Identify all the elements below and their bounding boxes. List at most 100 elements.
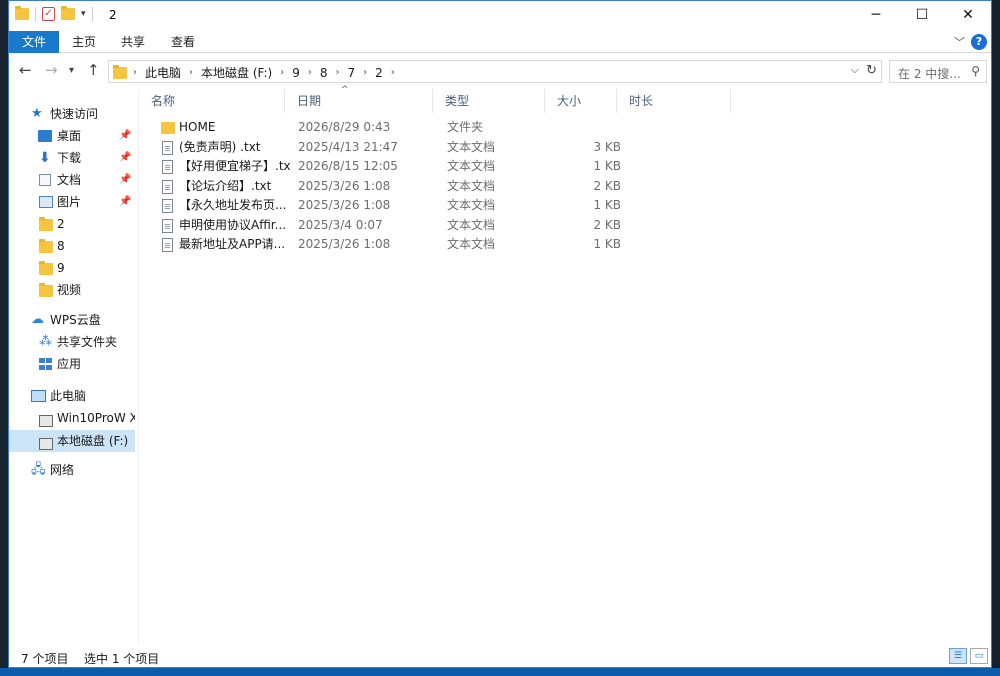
crumb-7[interactable]: 7 xyxy=(342,66,362,80)
item-count: 7 个项目 xyxy=(21,652,69,666)
file-row[interactable]: 【论坛介绍】.txt 2025/3/26 1:08 文本文档 2 KB xyxy=(139,177,991,197)
tab-view[interactable]: 查看 xyxy=(165,31,201,53)
crumb-8[interactable]: 8 xyxy=(314,66,334,80)
desktop-background-right xyxy=(992,0,1000,676)
tab-share[interactable]: 共享 xyxy=(115,31,151,53)
file-type: 文本文档 xyxy=(447,237,496,251)
pin-icon[interactable]: 📌 xyxy=(119,169,131,191)
file-type: 文本文档 xyxy=(447,139,496,154)
nav-label: 9 xyxy=(57,261,65,275)
nav-label: 本地磁盘 (F:) xyxy=(57,434,129,448)
back-icon[interactable]: ← xyxy=(19,61,32,79)
nav-item-desktop[interactable]: 桌面 📌 xyxy=(9,125,135,147)
folder-icon xyxy=(39,217,53,231)
desktop-icon xyxy=(38,130,52,142)
file-row[interactable]: (免责声明) .txt 2025/4/13 21:47 文本文档 3 KB xyxy=(139,138,991,158)
nav-item-9[interactable]: 9 xyxy=(9,257,135,279)
nav-drive-f[interactable]: 本地磁盘 (F:) xyxy=(9,430,135,452)
folder-icon xyxy=(113,64,127,79)
search-input[interactable]: 在 2 中搜... ⚲ xyxy=(889,60,987,83)
file-row[interactable]: 申明使用协议Affir... 2025/3/4 0:07 文本文档 2 KB xyxy=(139,216,991,236)
tab-file[interactable]: 文件 xyxy=(9,31,59,53)
forward-icon[interactable]: → xyxy=(45,61,58,79)
crumb-2[interactable]: 2 xyxy=(369,66,389,80)
properties-icon[interactable]: ✓ xyxy=(42,7,55,21)
file-row[interactable]: HOME 2026/8/29 0:43 文件夹 xyxy=(139,118,991,138)
help-icon[interactable]: ? xyxy=(971,34,987,50)
pin-icon[interactable]: 📌 xyxy=(119,191,131,213)
nav-label: 8 xyxy=(57,239,65,253)
breadcrumb: › 此电脑 › 本地磁盘 (F:) › 9 › 8 › 7 › 2 › xyxy=(113,64,397,81)
pin-icon[interactable]: 📌 xyxy=(119,147,131,169)
column-header-type[interactable]: 类型 xyxy=(433,89,545,113)
nav-item-downloads[interactable]: ⬇ 下载 📌 xyxy=(9,147,135,169)
nav-item-pictures[interactable]: 图片 📌 xyxy=(9,191,135,213)
nav-shared-folder[interactable]: ⁂ 共享文件夹 xyxy=(9,331,135,353)
folder-icon xyxy=(161,122,175,134)
shared-folder-icon: ⁂ xyxy=(39,334,52,349)
nav-network[interactable]: 🖧 网络 xyxy=(9,459,135,481)
text-file-icon xyxy=(162,218,173,233)
tab-home[interactable]: 主页 xyxy=(66,31,102,53)
toolbar-separator xyxy=(35,7,36,21)
file-row[interactable]: 【永久地址发布页... 2025/3/26 1:08 文本文档 1 KB xyxy=(139,196,991,216)
nav-apps[interactable]: 应用 xyxy=(9,353,135,375)
column-headers: ^ 名称 日期 类型 大小 时长 xyxy=(139,85,991,113)
close-button[interactable]: ✕ xyxy=(945,1,991,29)
file-row[interactable]: 【好用便宜梯子】.txt 2026/8/15 12:05 文本文档 1 KB xyxy=(139,157,991,177)
file-name: 最新地址及APP请... xyxy=(179,237,286,251)
chevron-right-icon[interactable]: › xyxy=(131,67,139,78)
taskbar-edge xyxy=(0,668,1000,676)
column-header-duration[interactable]: 时长 xyxy=(617,89,731,113)
nav-item-2[interactable]: 2 xyxy=(9,213,135,235)
nav-wps-cloud[interactable]: ☁ WPS云盘 xyxy=(9,309,135,331)
documents-icon xyxy=(39,174,51,186)
file-name: (免责声明) .txt xyxy=(179,139,261,154)
up-icon[interactable]: ↑ xyxy=(87,61,100,79)
recent-locations-icon[interactable]: ▾ xyxy=(69,65,74,76)
crumb-9[interactable]: 9 xyxy=(286,66,306,80)
nav-label: 快速访问 xyxy=(50,107,99,121)
file-date: 2026/8/29 0:43 xyxy=(298,120,391,134)
file-date: 2025/4/13 21:47 xyxy=(298,139,398,154)
nav-drive-c[interactable]: Win10ProW X xyxy=(9,407,135,429)
file-date: 2025/3/26 1:08 xyxy=(298,237,391,251)
expand-ribbon-icon[interactable]: ﹀ xyxy=(954,34,965,50)
chevron-right-icon[interactable]: › xyxy=(278,67,286,78)
text-file-icon xyxy=(162,160,173,174)
minimize-button[interactable]: ─ xyxy=(853,1,899,29)
address-bar[interactable]: › 此电脑 › 本地磁盘 (F:) › 9 › 8 › 7 › 2 › ⌵ ↻ xyxy=(108,60,882,83)
crumb-this-pc[interactable]: 此电脑 xyxy=(139,64,187,81)
file-size: 1 KB xyxy=(593,198,621,212)
address-dropdown-icon[interactable]: ⌵ xyxy=(851,63,859,77)
nav-label: 下载 xyxy=(57,151,82,165)
chevron-right-icon[interactable]: › xyxy=(389,67,397,78)
nav-label: 桌面 xyxy=(57,129,82,143)
refresh-icon[interactable]: ↻ xyxy=(866,63,877,78)
nav-item-8[interactable]: 8 xyxy=(9,235,135,257)
chevron-right-icon[interactable]: › xyxy=(334,67,342,78)
new-folder-icon[interactable] xyxy=(61,6,75,20)
customize-toolbar-icon[interactable]: ▾ xyxy=(81,9,86,19)
nav-item-documents[interactable]: 文档 📌 xyxy=(9,169,135,191)
chevron-right-icon[interactable]: › xyxy=(187,67,195,78)
details-view-button[interactable]: ☰ xyxy=(949,648,967,664)
column-header-name[interactable]: 名称 xyxy=(139,89,285,113)
text-file-icon xyxy=(162,179,173,194)
chevron-right-icon[interactable]: › xyxy=(306,67,314,78)
folder-icon xyxy=(15,6,29,20)
caption-buttons: ─ ☐ ✕ xyxy=(853,1,991,29)
nav-quick-access[interactable]: ★ 快速访问 xyxy=(9,103,135,125)
column-header-date[interactable]: 日期 xyxy=(285,89,433,113)
nav-item-videos[interactable]: 视频 xyxy=(9,279,135,301)
nav-label: 此电脑 xyxy=(50,389,87,403)
maximize-button[interactable]: ☐ xyxy=(899,1,945,29)
file-row[interactable]: 最新地址及APP请... 2025/3/26 1:08 文本文档 1 KB xyxy=(139,235,991,255)
column-header-size[interactable]: 大小 xyxy=(545,89,617,113)
pin-icon[interactable]: 📌 xyxy=(119,125,131,147)
chevron-right-icon[interactable]: › xyxy=(361,67,369,78)
nav-label: 共享文件夹 xyxy=(57,335,118,349)
crumb-drive-f[interactable]: 本地磁盘 (F:) xyxy=(195,64,278,81)
nav-this-pc[interactable]: 此电脑 xyxy=(9,385,135,407)
large-icons-view-button[interactable]: ▭ xyxy=(970,648,988,664)
